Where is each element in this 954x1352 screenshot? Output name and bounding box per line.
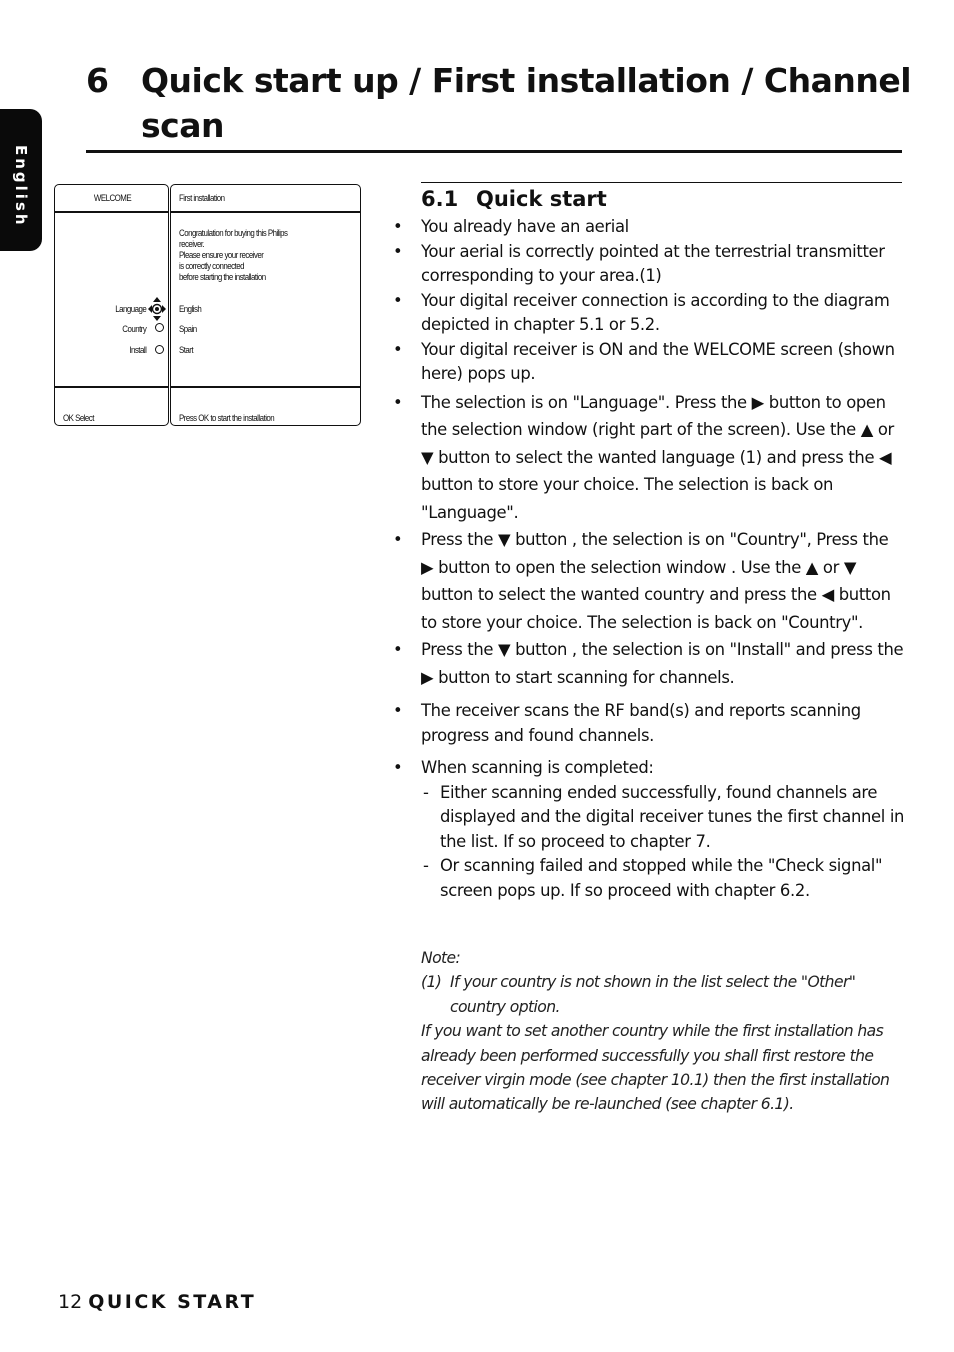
- list-item: You already have an aerial: [393, 215, 905, 240]
- title-divider: [86, 150, 902, 153]
- list-item: When scanning is completed: Either scann…: [393, 756, 905, 903]
- menu-label-install: Install: [129, 345, 147, 355]
- screen-left-panel: WELCOME Language Country Install OK Sele…: [54, 184, 169, 426]
- section-number: 6.1: [421, 187, 459, 211]
- note-paragraph: If you want to set another country while…: [421, 1022, 890, 1114]
- list-item: The selection is on "Language". Press th…: [393, 389, 905, 527]
- select-label: Select: [75, 413, 94, 423]
- list-item: Press the ▼ button , the selection is on…: [393, 636, 905, 691]
- screen-message: Congratulation for buying this Philips r…: [179, 228, 288, 283]
- screen-footer-left: OK Select: [63, 413, 94, 423]
- section-title: 6.1 Quick start: [421, 185, 607, 213]
- side-tab-label: English: [12, 145, 30, 228]
- divider: [171, 386, 360, 388]
- list-item: The receiver scans the RF band(s) and re…: [393, 699, 905, 748]
- page-footer: 12 QUICK START: [58, 1291, 256, 1313]
- footer-section-name: QUICK START: [88, 1291, 257, 1313]
- menu-value-language: English: [179, 304, 202, 314]
- screen-welcome-header: WELCOME: [93, 193, 132, 203]
- language-side-tab: English: [0, 109, 42, 251]
- sub-list-item: Either scanning ended successfully, foun…: [421, 781, 905, 855]
- list-item: Your aerial is correctly pointed at the …: [393, 240, 905, 289]
- section-title-text: Quick start: [476, 187, 607, 211]
- screen-first-installation-header: First installation: [179, 193, 225, 203]
- message-line: receiver.: [179, 239, 205, 249]
- screen-footer-right: Press OK to start the installation: [179, 413, 275, 423]
- screen-right-panel: First installation Congratulation for bu…: [170, 184, 361, 426]
- section-divider: [421, 182, 902, 183]
- note-heading: Note:: [421, 949, 461, 967]
- menu-value-install: Start: [179, 345, 194, 355]
- ok-key-label: OK: [63, 413, 74, 423]
- list-item-text: When scanning is completed:: [421, 758, 654, 777]
- menu-value-country: Spain: [179, 324, 197, 334]
- welcome-screen-illustration: WELCOME Language Country Install OK Sele…: [54, 184, 361, 426]
- divider: [55, 386, 168, 388]
- page-number: 12: [58, 1291, 83, 1313]
- list-item: Your digital receiver connection is acco…: [393, 289, 905, 338]
- divider: [171, 211, 360, 213]
- message-line: is correctly connected: [179, 261, 245, 271]
- chapter-title-text: Quick start up / First installation / Ch…: [141, 61, 912, 145]
- note-block: Note: (1) If your country is not shown i…: [421, 946, 911, 1117]
- radio-icon: [155, 345, 164, 354]
- menu-label-country: Country: [121, 324, 147, 334]
- footnote-text: If your country is not shown in the list…: [450, 973, 856, 1016]
- message-line: Congratulation for buying this Philips: [179, 228, 288, 238]
- nav-pad-icon: [148, 297, 166, 321]
- list-item: Your digital receiver is ON and the WELC…: [393, 338, 905, 387]
- message-line: before starting the installation: [179, 272, 266, 282]
- footnote-label: (1): [421, 973, 442, 992]
- radio-icon: [155, 323, 164, 332]
- divider: [55, 211, 168, 213]
- list-item: Press the ▼ button , the selection is on…: [393, 526, 905, 636]
- sub-list-item: Or scanning failed and stopped while the…: [421, 854, 905, 903]
- chapter-number: 6: [86, 61, 109, 100]
- instruction-list: You already have an aerial Your aerial i…: [393, 215, 905, 903]
- message-line: Please ensure your receiver: [179, 250, 264, 260]
- menu-label-language: Language: [114, 304, 147, 314]
- footnote: (1) If your country is not shown in the …: [421, 970, 911, 1019]
